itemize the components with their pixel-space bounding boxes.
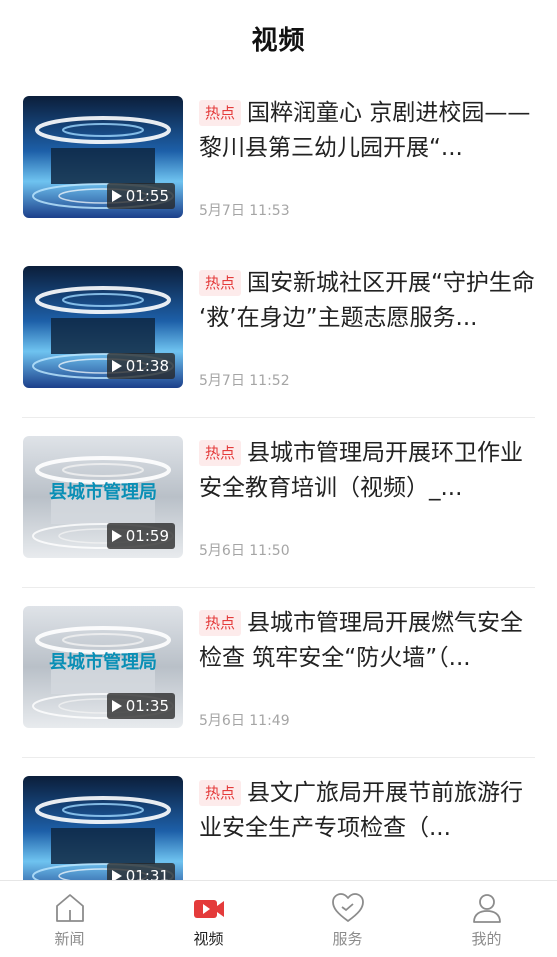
duration-badge: 01:38 [106, 353, 175, 379]
tab-mine[interactable]: 我的 [417, 881, 556, 957]
video-item[interactable]: 01:55 热点 国粹润童心 京剧进校园——黎川县第三幼儿园开展“... 5月7日… [0, 78, 557, 248]
duration-badge: 01:35 [106, 693, 175, 719]
thumbnail-caption: 县城市管理局 [49, 651, 157, 673]
video-thumbnail[interactable]: 01:31 [23, 776, 183, 880]
video-item[interactable]: 县城市管理局 01:59 热点 县城市管理局开展环卫作业安全教育培训（视频）_...… [0, 418, 557, 588]
video-headline[interactable]: 热点 国粹润童心 京剧进校园——黎川县第三幼儿园开展“... [199, 96, 535, 166]
page-title: 视频 [251, 26, 306, 56]
tab-label: 服务 [332, 930, 363, 948]
video-title: 县城市管理局开展环卫作业安全教育培训（视频）_... [199, 440, 524, 501]
duration-text: 01:55 [125, 187, 169, 205]
video-info: 热点 县城市管理局开展燃气安全检查 筑牢安全“防火墙”（... 5月6日 11:4… [199, 606, 535, 729]
tab-label: 我的 [471, 930, 502, 948]
video-item[interactable]: 县城市管理局 01:35 热点 县城市管理局开展燃气安全检查 筑牢安全“防火墙”（.… [0, 588, 557, 758]
video-headline[interactable]: 热点 县文广旅局开展节前旅游行业安全生产专项检查（... [199, 776, 535, 846]
video-thumbnail[interactable]: 县城市管理局 01:35 [23, 606, 183, 728]
video-item[interactable]: 01:38 热点 国安新城社区开展“守护生命 ‘救’在身边”主题志愿服务... 5… [0, 248, 557, 418]
hot-tag: 热点 [199, 780, 242, 806]
duration-text: 01:38 [125, 357, 169, 375]
bottom-tab-bar: 新闻 视频 服务 我的 [0, 880, 557, 957]
video-thumbnail[interactable]: 01:38 [23, 266, 183, 388]
tab-news[interactable]: 新闻 [0, 881, 139, 957]
heart-icon [331, 893, 364, 922]
duration-badge: 01:59 [106, 523, 175, 549]
video-headline[interactable]: 热点 国安新城社区开展“守护生命 ‘救’在身边”主题志愿服务... [199, 266, 535, 336]
tab-label: 视频 [193, 930, 224, 948]
tab-service[interactable]: 服务 [278, 881, 417, 957]
video-info: 热点 县文广旅局开展节前旅游行业安全生产专项检查（... [199, 776, 535, 846]
hot-tag: 热点 [199, 270, 242, 296]
video-item[interactable]: 01:31 热点 县文广旅局开展节前旅游行业安全生产专项检查（... [0, 758, 557, 880]
video-date: 5月6日 11:49 [199, 713, 290, 729]
duration-text: 01:31 [125, 867, 169, 880]
video-title: 国粹润童心 京剧进校园——黎川县第三幼儿园开展“... [199, 100, 531, 161]
title-bar: 视频 [0, 0, 557, 78]
video-title: 县文广旅局开展节前旅游行业安全生产专项检查（... [199, 780, 524, 841]
video-headline[interactable]: 热点 县城市管理局开展环卫作业安全教育培训（视频）_... [199, 436, 535, 506]
video-screen: 视频 01:55 热点 国粹润童心 京剧进校园——黎川县第三幼儿园开展“... 5… [0, 0, 557, 957]
video-title: 国安新城社区开展“守护生命 ‘救’在身边”主题志愿服务... [199, 270, 535, 331]
hot-tag: 热点 [199, 100, 242, 126]
play-icon [111, 360, 122, 372]
video-headline[interactable]: 热点 县城市管理局开展燃气安全检查 筑牢安全“防火墙”（... [199, 606, 535, 676]
video-thumbnail[interactable]: 01:55 [23, 96, 183, 218]
duration-badge: 01:31 [106, 863, 175, 880]
thumbnail-caption: 县城市管理局 [49, 481, 157, 503]
video-thumbnail[interactable]: 县城市管理局 01:59 [23, 436, 183, 558]
video-list[interactable]: 01:55 热点 国粹润童心 京剧进校园——黎川县第三幼儿园开展“... 5月7日… [0, 78, 557, 880]
video-date: 5月6日 11:50 [199, 543, 290, 559]
play-icon [111, 870, 122, 880]
video-date: 5月7日 11:52 [199, 373, 290, 389]
play-icon [111, 700, 122, 712]
duration-badge: 01:55 [106, 183, 175, 209]
tab-video[interactable]: 视频 [139, 881, 278, 957]
video-info: 热点 国粹润童心 京剧进校园——黎川县第三幼儿园开展“... 5月7日 11:53 [199, 96, 535, 219]
home-icon [55, 894, 84, 922]
duration-text: 01:59 [125, 527, 169, 545]
person-icon [472, 894, 501, 923]
video-camera-icon [193, 900, 224, 918]
video-title: 县城市管理局开展燃气安全检查 筑牢安全“防火墙”（... [199, 610, 524, 671]
play-icon [111, 530, 122, 542]
play-icon [111, 190, 122, 202]
video-info: 热点 国安新城社区开展“守护生命 ‘救’在身边”主题志愿服务... 5月7日 11… [199, 266, 535, 389]
tab-label: 新闻 [54, 930, 85, 948]
video-info: 热点 县城市管理局开展环卫作业安全教育培训（视频）_... 5月6日 11:50 [199, 436, 535, 559]
duration-text: 01:35 [125, 697, 169, 715]
hot-tag: 热点 [199, 610, 242, 636]
hot-tag: 热点 [199, 440, 242, 466]
video-date: 5月7日 11:53 [199, 203, 290, 219]
